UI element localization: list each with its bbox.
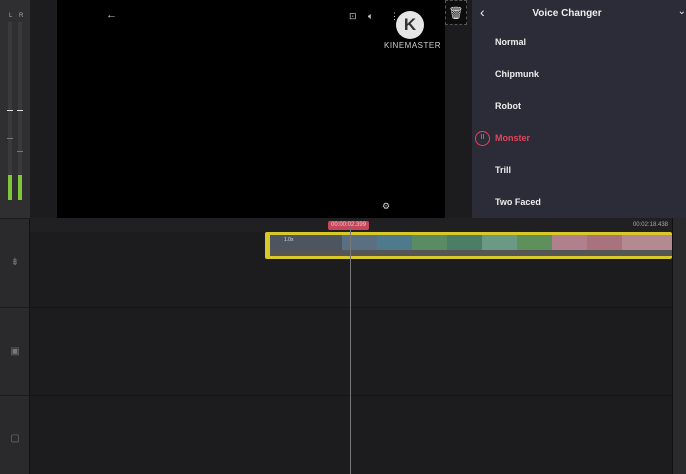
media-icon[interactable]: ▢ bbox=[9, 433, 21, 445]
volume-icon[interactable]: 🔈︎ bbox=[368, 11, 373, 21]
kinemaster-logo: K KINEMASTER bbox=[384, 11, 442, 57]
clip-audio-bar bbox=[270, 250, 672, 256]
track-divider bbox=[30, 395, 672, 396]
logo-mark: K bbox=[396, 11, 424, 39]
voice-option-monster[interactable]: II Monster bbox=[472, 123, 686, 155]
meter-mark bbox=[17, 151, 23, 152]
time-ruler[interactable]: 00:00:02.399 00:02:18.438 bbox=[30, 218, 672, 232]
voice-option-two-faced[interactable]: Two Faced bbox=[472, 187, 686, 219]
audio-level-meter: L R bbox=[0, 0, 30, 218]
clip-thumbnail bbox=[412, 235, 447, 250]
clip-speed-label: 1.0x bbox=[284, 237, 294, 243]
voice-option-chipmunk[interactable]: Chipmunk bbox=[472, 59, 686, 91]
panel-title: Voice Changer bbox=[532, 8, 602, 19]
meter-left-track bbox=[7, 22, 13, 200]
playhead[interactable] bbox=[350, 228, 351, 474]
strip-divider bbox=[0, 307, 30, 308]
settings-icon[interactable]: ⚙ bbox=[382, 201, 390, 211]
meter-mark bbox=[17, 110, 23, 111]
meter-right-track bbox=[17, 22, 23, 200]
clip-thumbnail bbox=[482, 235, 517, 250]
option-label: Normal bbox=[495, 37, 527, 47]
timeline[interactable]: 00:00:02.399 00:02:18.438 1.0x bbox=[30, 218, 672, 474]
right-edge-strip bbox=[672, 218, 686, 474]
clip-thumbnails: 1.0x bbox=[270, 235, 672, 256]
clip-thumbnail bbox=[377, 235, 412, 250]
chevron-down-icon[interactable]: ⌄ bbox=[678, 6, 686, 17]
meter-left-level bbox=[8, 175, 12, 200]
option-label: Monster bbox=[495, 133, 531, 143]
total-time: 00:02:18.438 bbox=[632, 222, 668, 228]
back-arrow-icon[interactable]: ← bbox=[106, 10, 117, 21]
track-divider bbox=[30, 307, 672, 308]
strip-divider bbox=[0, 395, 30, 396]
clip-thumbnail bbox=[447, 235, 482, 250]
panel-header: ‹ Voice Changer ⌄ bbox=[472, 0, 686, 28]
track-adjust-icon[interactable]: ⇟ bbox=[9, 257, 21, 269]
option-label: Two Faced bbox=[495, 197, 541, 207]
logo-text: KINEMASTER bbox=[384, 41, 442, 50]
clip-thumbnail bbox=[270, 235, 342, 250]
meter-mark bbox=[7, 138, 13, 139]
meter-right-level bbox=[18, 175, 22, 200]
option-label: Trill bbox=[495, 165, 512, 175]
layer-icon[interactable]: ▣ bbox=[9, 346, 21, 358]
meter-mark bbox=[7, 110, 13, 111]
logo-letter: K bbox=[403, 15, 417, 34]
clip-thumbnail bbox=[552, 235, 587, 250]
voice-option-normal[interactable]: Normal bbox=[472, 27, 686, 59]
voice-option-robot[interactable]: Robot bbox=[472, 91, 686, 123]
clip-thumbnail bbox=[342, 235, 377, 250]
meter-right-label: R bbox=[19, 13, 24, 19]
left-tool-strip: L R ⇟ ▣ ▢ bbox=[0, 0, 30, 474]
clip-thumbnail bbox=[517, 235, 552, 250]
video-clip[interactable]: 1.0x bbox=[265, 232, 672, 259]
voice-option-trill[interactable]: Trill bbox=[472, 155, 686, 187]
delete-button[interactable]: 🗑︎ bbox=[445, 0, 467, 25]
cast-icon[interactable]: ⊡ bbox=[349, 11, 357, 21]
option-label: Chipmunk bbox=[495, 69, 539, 79]
current-time-badge: 00:00:02.399 bbox=[328, 221, 370, 230]
voice-changer-panel: ‹ Voice Changer ⌄ Normal Chipmunk Robot … bbox=[472, 0, 686, 218]
meter-left-label: L bbox=[9, 13, 13, 19]
clip-thumbnail bbox=[587, 235, 622, 250]
pause-icon[interactable]: II bbox=[475, 131, 490, 146]
clip-thumbnail bbox=[622, 235, 672, 250]
option-label: Robot bbox=[495, 101, 521, 111]
strip-divider bbox=[0, 218, 30, 219]
